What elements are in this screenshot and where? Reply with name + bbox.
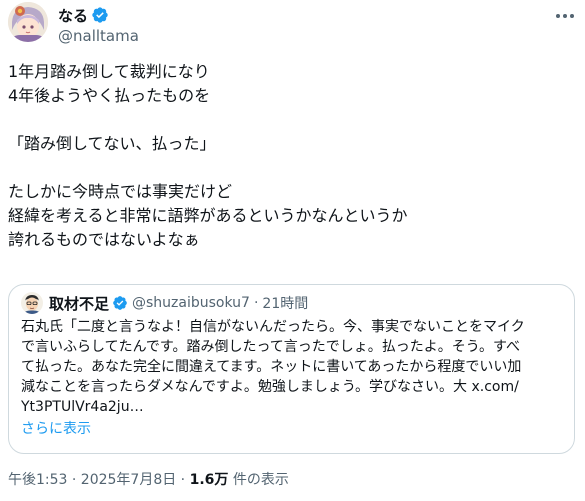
quoted-author-name[interactable]: 取材不足 bbox=[49, 293, 109, 314]
tweet-card: なる @nalltama 1年月踏み倒して裁判になり 4年後ようやく払ったものを… bbox=[0, 0, 585, 501]
tweet-timestamp[interactable]: 午後1:53 · 2025年7月8日 bbox=[8, 472, 176, 488]
tweet-text-line: 誇れるものではないよなぁ bbox=[8, 230, 200, 249]
author-handle[interactable]: @nalltama bbox=[58, 27, 139, 45]
show-more-link[interactable]: さらに表示 bbox=[21, 419, 91, 439]
more-options-button[interactable] bbox=[551, 6, 579, 26]
cartoon-man-avatar-icon bbox=[21, 292, 43, 314]
view-count-label: 件の表示 bbox=[228, 472, 289, 488]
author-info: なる @nalltama bbox=[58, 5, 139, 46]
quoted-author-avatar[interactable] bbox=[21, 292, 43, 314]
author-avatar[interactable] bbox=[8, 2, 48, 42]
author-display-name[interactable]: なる bbox=[58, 5, 88, 26]
tweet-text-line: 1年月踏み倒して裁判になり bbox=[8, 62, 210, 81]
separator-dot: · bbox=[176, 472, 190, 488]
tweet-text-line bbox=[8, 156, 568, 180]
tweet-text-line: 4年後ようやく払ったものを bbox=[8, 86, 211, 105]
view-count[interactable]: 1.6万 bbox=[190, 472, 229, 488]
tweet-text: 1年月踏み倒して裁判になり 4年後ようやく払ったものを 「踏み倒してない、払った… bbox=[8, 60, 568, 252]
quoted-tweet-time[interactable]: 21時間 bbox=[262, 293, 308, 313]
quoted-author-handle[interactable]: @shuzaibusoku7 bbox=[132, 295, 250, 311]
tweet-text-line bbox=[8, 108, 568, 132]
quoted-text-line: 減なことを言ったらダメなんですよ。勉強しましょう。学びなさい。大 x.com/ bbox=[21, 379, 519, 395]
anime-character-avatar-icon bbox=[8, 2, 48, 42]
quoted-text-line: Yt3PTUlVr4a2ju… bbox=[21, 399, 144, 415]
more-options-icon bbox=[556, 14, 574, 18]
quoted-tweet[interactable]: 取材不足 @shuzaibusoku7 · 21時間 石丸氏「二度と言うなよ！自… bbox=[8, 284, 575, 454]
tweet-text-line: 「踏み倒してない、払った」 bbox=[8, 134, 216, 153]
tweet-meta: 午後1:53 · 2025年7月8日 · 1.6万 件の表示 bbox=[8, 470, 289, 490]
separator-dot: · bbox=[253, 295, 259, 311]
quoted-tweet-text: 石丸氏「二度と言うなよ！自信がないんだったら。今、事実でないことをマイク で言い… bbox=[21, 317, 566, 417]
verified-badge-icon bbox=[112, 295, 128, 311]
quoted-tweet-header: 取材不足 @shuzaibusoku7 · 21時間 bbox=[21, 291, 308, 315]
verified-badge-icon bbox=[91, 6, 109, 24]
quoted-text-line: で言いふらしてたんです。踏み倒したって言ったでしょ。払ったよ。そう。すべ bbox=[21, 339, 520, 355]
quoted-text-line: て払った。あなた完全に間違えてます。ネットに書いてあったから程度でいい加 bbox=[21, 359, 522, 375]
quoted-text-line: 石丸氏「二度と言うなよ！自信がないんだったら。今、事実でないことをマイク bbox=[21, 319, 525, 335]
tweet-text-line: 経緯を考えると非常に語弊があるというかなんというか bbox=[8, 206, 408, 225]
tweet-text-line: たしかに今時点では事実だけど bbox=[8, 182, 233, 201]
